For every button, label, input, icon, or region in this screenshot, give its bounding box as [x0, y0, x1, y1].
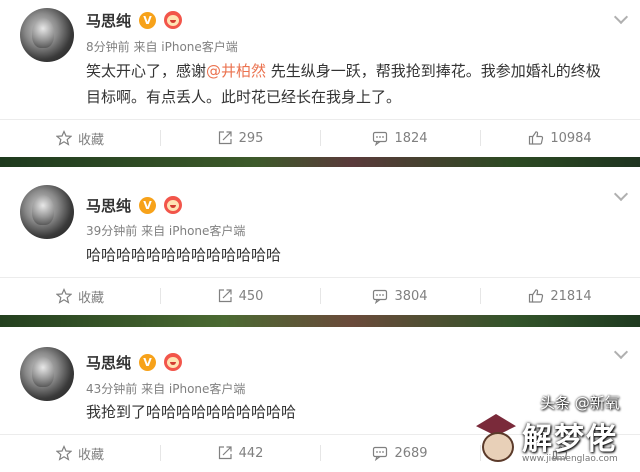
like-count: 21814	[550, 288, 592, 304]
repost-icon	[218, 131, 232, 145]
member-face-icon	[164, 11, 183, 29]
favorite-button[interactable]: 收藏	[0, 435, 160, 471]
repost-button[interactable]: 295	[160, 120, 320, 156]
verified-badge-icon: V	[139, 196, 157, 214]
favorite-label: 收藏	[77, 447, 104, 463]
verified-badge-icon: V	[139, 11, 157, 29]
avatar[interactable]	[20, 185, 74, 239]
post-text: 哈哈哈哈哈哈哈哈哈哈哈哈哈	[86, 246, 282, 264]
repost-button[interactable]: 450	[160, 278, 320, 314]
like-icon	[529, 289, 544, 303]
repost-icon	[218, 446, 232, 460]
comment-count: 1824	[394, 130, 428, 146]
author-name[interactable]: 马思纯	[86, 352, 131, 373]
like-button[interactable]: 10984	[480, 120, 640, 156]
watermark-title: 解梦佬	[522, 422, 618, 457]
chevron-down-icon[interactable]	[613, 186, 629, 202]
star-icon	[55, 445, 72, 461]
mention-link[interactable]: @井柏然	[206, 62, 266, 80]
repost-button[interactable]: 442	[160, 435, 320, 471]
like-icon	[529, 131, 544, 145]
star-icon	[55, 130, 72, 146]
post-text: 笑太开心了，感谢@井柏然 先生纵身一跃，帮我抢到捧花。我参加婚礼的终极目标啊。有…	[86, 62, 601, 106]
action-bar: 收藏 450 3804 21814	[0, 277, 640, 314]
action-bar: 收藏 295 1824 10984	[0, 119, 640, 156]
author-row: 马思纯 V	[86, 351, 183, 373]
comment-icon	[373, 446, 388, 461]
favorite-button[interactable]: 收藏	[0, 120, 160, 156]
author-name[interactable]: 马思纯	[86, 10, 131, 31]
post-meta: 43分钟前 来自 iPhone客户端	[86, 382, 246, 396]
comment-icon	[373, 131, 388, 146]
post-meta: 8分钟前 来自 iPhone客户端	[86, 40, 238, 54]
comment-icon	[373, 289, 388, 304]
comment-count: 2689	[394, 445, 428, 461]
member-face-icon	[164, 353, 183, 371]
like-button[interactable]: 21814	[480, 278, 640, 314]
repost-count: 442	[238, 445, 264, 461]
chevron-down-icon[interactable]	[613, 9, 629, 25]
avatar[interactable]	[20, 8, 74, 62]
site-watermark: 解梦佬 www.jiemenglao.com	[468, 408, 640, 472]
author-row: 马思纯 V	[86, 194, 183, 216]
like-count: 10984	[550, 130, 592, 146]
post-meta: 39分钟前 来自 iPhone客户端	[86, 224, 246, 238]
star-icon	[55, 288, 72, 304]
comment-count: 3804	[394, 288, 428, 304]
repost-icon	[218, 289, 232, 303]
verified-badge-icon: V	[139, 353, 157, 371]
favorite-label: 收藏	[77, 290, 104, 306]
repost-count: 450	[238, 288, 264, 304]
comment-button[interactable]: 3804	[320, 278, 480, 314]
repost-count: 295	[238, 130, 264, 146]
avatar[interactable]	[20, 347, 74, 401]
watermark-url: www.jiemenglao.com	[522, 454, 618, 464]
favorite-button[interactable]: 收藏	[0, 278, 160, 314]
author-name[interactable]: 马思纯	[86, 195, 131, 216]
mascot-face-icon	[482, 432, 514, 462]
weibo-post: 马思纯 V 8分钟前 来自 iPhone客户端 笑太开心了，感谢@井柏然 先生纵…	[0, 0, 640, 157]
member-face-icon	[164, 196, 183, 214]
comment-button[interactable]: 1824	[320, 120, 480, 156]
comment-button[interactable]: 2689	[320, 435, 480, 471]
chevron-down-icon[interactable]	[613, 344, 629, 360]
author-row: 马思纯 V	[86, 9, 183, 31]
favorite-label: 收藏	[77, 132, 104, 148]
weibo-post: 马思纯 V 39分钟前 来自 iPhone客户端 哈哈哈哈哈哈哈哈哈哈哈哈哈 收…	[0, 167, 640, 315]
